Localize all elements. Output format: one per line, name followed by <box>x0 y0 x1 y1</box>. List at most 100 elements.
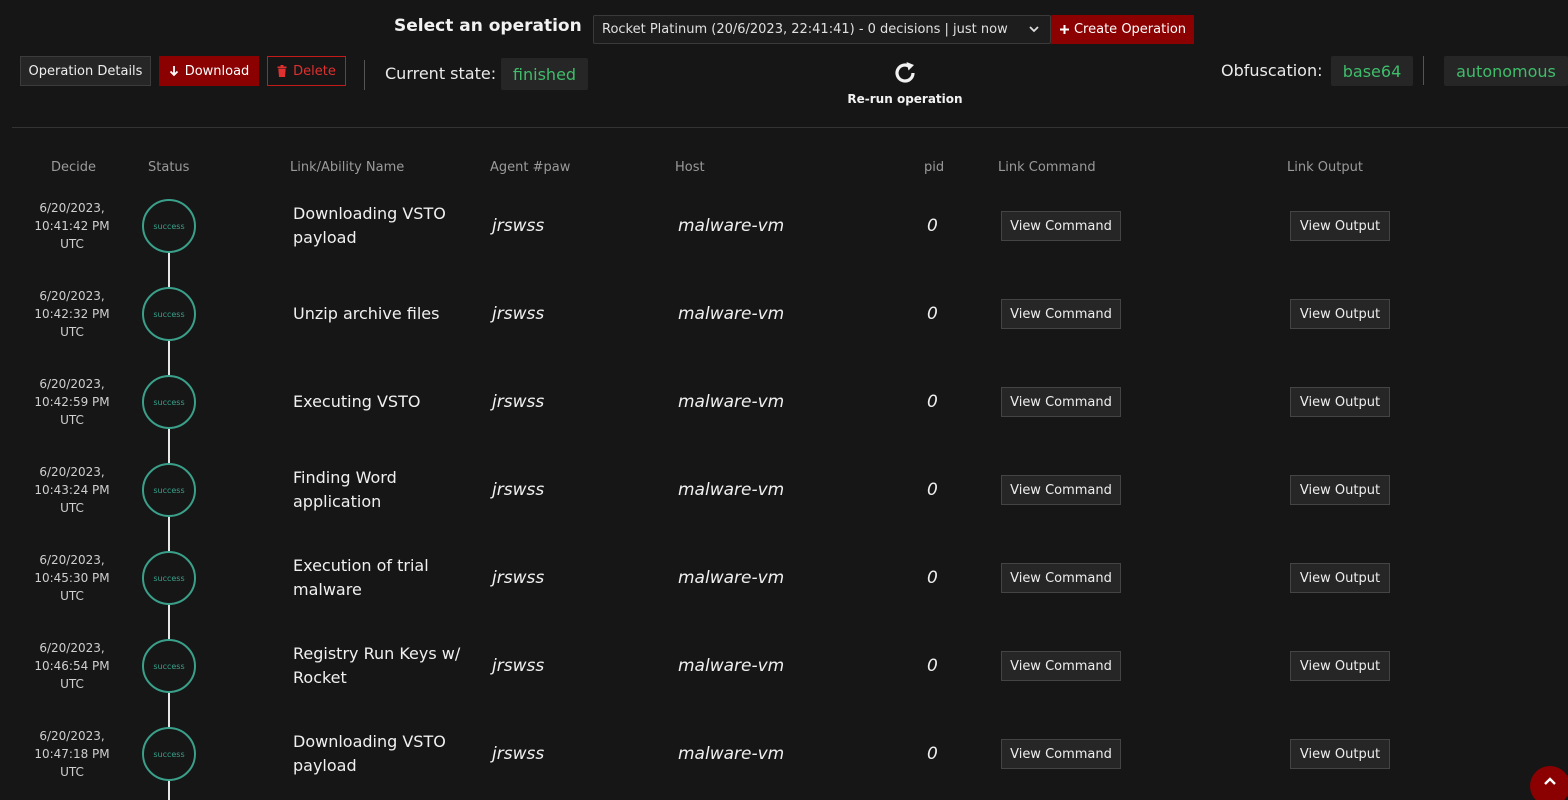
pid-value: 0 <box>927 568 938 588</box>
timestamp-tz: UTC <box>60 237 84 251</box>
status-circle[interactable]: success <box>142 287 196 341</box>
status-circle[interactable]: success <box>142 639 196 693</box>
ability-name: Finding Word application <box>293 468 397 511</box>
table-row: 6/20/2023, 10:42:59 PM UTC success Execu… <box>0 358 1568 446</box>
view-output-button[interactable]: View Output <box>1290 387 1390 417</box>
column-header-decide: Decide <box>51 160 97 175</box>
delete-button[interactable]: Delete <box>267 56 346 86</box>
host-name: malware-vm <box>678 480 785 500</box>
column-header-agent-paw: Agent #paw <box>490 160 571 175</box>
view-output-button[interactable]: View Output <box>1290 651 1390 681</box>
timestamp-date: 6/20/2023, <box>39 289 105 303</box>
select-operation-label: Select an operation <box>394 16 582 36</box>
column-header-pid: pid <box>924 160 945 175</box>
status-circle[interactable]: success <box>142 727 196 781</box>
view-command-button[interactable]: View Command <box>1001 563 1121 593</box>
agent-paw: jrswss <box>492 568 545 588</box>
chevron-down-icon <box>1029 26 1039 33</box>
view-command-button[interactable]: View Command <box>1001 387 1121 417</box>
autonomous-mode-badge[interactable]: autonomous <box>1444 56 1568 86</box>
ability-name: Downloading VSTO payload <box>293 204 446 247</box>
timestamp-time: 10:42:32 PM <box>34 307 110 321</box>
table-row: 6/20/2023, 10:47:18 PM UTC success Downl… <box>0 710 1568 798</box>
host-name: malware-vm <box>678 744 785 764</box>
host-name: malware-vm <box>678 392 785 412</box>
timestamp-tz: UTC <box>60 677 84 691</box>
decide-timestamp: 6/20/2023, 10:42:32 PM UTC <box>22 287 122 341</box>
decide-timestamp: 6/20/2023, 10:47:18 PM UTC <box>22 727 122 781</box>
status-circle[interactable]: success <box>142 375 196 429</box>
operation-details-button[interactable]: Operation Details <box>20 56 151 86</box>
current-state-badge: finished <box>501 58 588 90</box>
table-row: 6/20/2023, 10:42:32 PM UTC success Unzip… <box>0 270 1568 358</box>
view-command-button[interactable]: View Command <box>1001 211 1121 241</box>
timestamp-tz: UTC <box>60 765 84 779</box>
status-circle[interactable]: success <box>142 463 196 517</box>
timestamp-tz: UTC <box>60 501 84 515</box>
operation-select[interactable]: Rocket Platinum (20/6/2023, 22:41:41) - … <box>593 15 1051 44</box>
ability-name: Execution of trial malware <box>293 556 429 599</box>
decide-timestamp: 6/20/2023, 10:42:59 PM UTC <box>22 375 122 429</box>
pid-value: 0 <box>927 480 938 500</box>
table-row: 6/20/2023, 10:43:24 PM UTC success Findi… <box>0 446 1568 534</box>
host-name: malware-vm <box>678 656 785 676</box>
view-command-button[interactable]: View Command <box>1001 299 1121 329</box>
decide-timestamp: 6/20/2023, 10:43:24 PM UTC <box>22 463 122 517</box>
timestamp-date: 6/20/2023, <box>39 553 105 567</box>
view-command-button[interactable]: View Command <box>1001 739 1121 769</box>
scroll-to-top-button[interactable] <box>1530 766 1568 800</box>
obfuscation-label: Obfuscation: <box>1221 61 1323 80</box>
rerun-operation-label: Re-run operation <box>847 92 963 106</box>
agent-paw: jrswss <box>492 744 545 764</box>
decide-timestamp: 6/20/2023, 10:45:30 PM UTC <box>22 551 122 605</box>
obfuscation-badge[interactable]: base64 <box>1331 56 1413 86</box>
timestamp-time: 10:41:42 PM <box>34 219 110 233</box>
delete-label: Delete <box>293 63 336 79</box>
agent-paw: jrswss <box>492 480 545 500</box>
ability-name: Executing VSTO <box>293 392 421 411</box>
operation-details-label: Operation Details <box>28 63 143 79</box>
download-button[interactable]: Download <box>159 56 259 86</box>
pid-value: 0 <box>927 216 938 236</box>
timestamp-time: 10:47:18 PM <box>34 747 110 761</box>
create-operation-button[interactable]: Create Operation <box>1051 15 1194 44</box>
decide-timestamp: 6/20/2023, 10:41:42 PM UTC <box>22 199 122 253</box>
agent-paw: jrswss <box>492 216 545 236</box>
timestamp-date: 6/20/2023, <box>39 641 105 655</box>
download-label: Download <box>184 63 250 79</box>
view-output-button[interactable]: View Output <box>1290 211 1390 241</box>
timestamp-time: 10:46:54 PM <box>34 659 110 673</box>
plus-icon <box>1059 25 1069 34</box>
current-state-label: Current state: <box>385 64 497 83</box>
rerun-operation-button[interactable]: Re-run operation <box>840 60 970 106</box>
column-header-link-output: Link Output <box>1287 160 1363 175</box>
pid-value: 0 <box>927 304 938 324</box>
refresh-icon <box>895 62 915 83</box>
view-command-button[interactable]: View Command <box>1001 651 1121 681</box>
status-circle[interactable]: success <box>142 199 196 253</box>
timestamp-tz: UTC <box>60 413 84 427</box>
column-header-host: Host <box>675 160 705 175</box>
obfuscation-divider <box>1423 56 1424 85</box>
column-header-status: Status <box>148 160 190 175</box>
pid-value: 0 <box>927 744 938 764</box>
timestamp-tz: UTC <box>60 325 84 339</box>
agent-paw: jrswss <box>492 304 545 324</box>
trash-icon <box>277 65 287 77</box>
operations-page: Select an operation Rocket Platinum (20/… <box>0 0 1568 800</box>
view-output-button[interactable]: View Output <box>1290 739 1390 769</box>
view-command-button[interactable]: View Command <box>1001 475 1121 505</box>
timestamp-tz: UTC <box>60 589 84 603</box>
table-row: 6/20/2023, 10:46:54 PM UTC success Regis… <box>0 622 1568 710</box>
selected-operation-text: Rocket Platinum (20/6/2023, 22:41:41) - … <box>602 22 1008 37</box>
view-output-button[interactable]: View Output <box>1290 299 1390 329</box>
status-circle[interactable]: success <box>142 551 196 605</box>
view-output-button[interactable]: View Output <box>1290 475 1390 505</box>
timestamp-time: 10:45:30 PM <box>34 571 110 585</box>
timestamp-date: 6/20/2023, <box>39 729 105 743</box>
agent-paw: jrswss <box>492 656 545 676</box>
timestamp-time: 10:42:59 PM <box>34 395 110 409</box>
agent-paw: jrswss <box>492 392 545 412</box>
view-output-button[interactable]: View Output <box>1290 563 1390 593</box>
timestamp-date: 6/20/2023, <box>39 465 105 479</box>
